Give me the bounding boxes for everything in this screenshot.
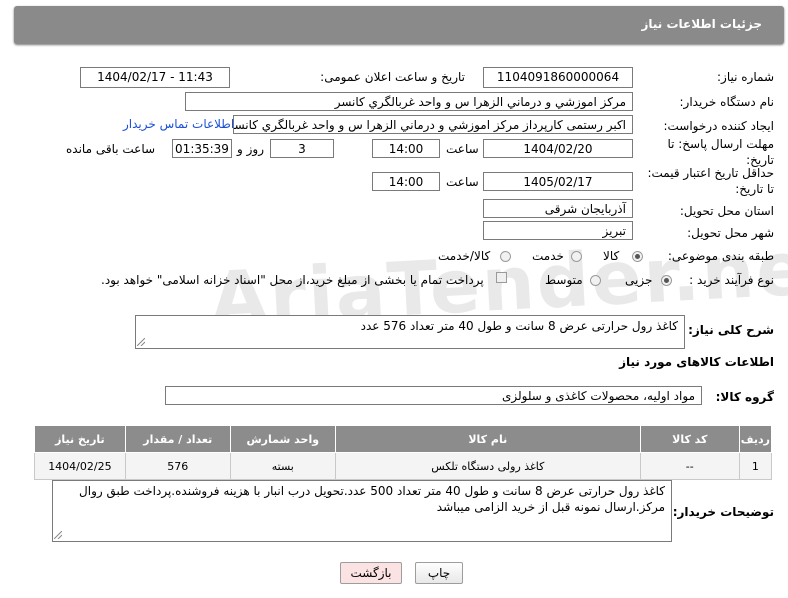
buyer-label: نام دستگاه خریدار: <box>679 95 775 109</box>
cell-unit: بسته <box>229 452 336 480</box>
deadline-time-field: 14:00 <box>372 139 440 158</box>
buyer-field: مرکز اموزشي و درماني الزهرا س و واحد غرب… <box>185 92 633 111</box>
description-textarea[interactable]: کاغذ رول حرارتی عرض 8 سانت و طول 40 متر … <box>135 315 685 349</box>
province-field: آذربایجان شرقی <box>483 199 633 218</box>
creator-field: اکبر رستمی کارپرداز مرکز اموزشي و درماني… <box>233 115 633 134</box>
category-service-radio[interactable] <box>571 251 582 262</box>
goods-info-title: اطلاعات کالاهای مورد نیاز <box>619 355 774 369</box>
description-label: شرح کلی نیاز: <box>688 323 774 337</box>
goods-group-field: مواد اولیه، محصولات کاغذی و سلولزی <box>165 386 702 405</box>
province-label: استان محل تحویل: <box>679 204 774 218</box>
deadline-time-label: ساعت <box>446 142 479 156</box>
announce-field: 1404/02/17 - 11:43 <box>80 67 230 88</box>
days-label: روز و <box>237 142 264 156</box>
goods-group-label: گروه کالا: <box>715 390 774 404</box>
days-field: 3 <box>270 139 334 158</box>
table-header-row: ردیف کد کالا نام کالا واحد شمارش تعداد /… <box>34 425 773 453</box>
resize-grip-icon[interactable] <box>137 338 145 346</box>
process-type-label: نوع فرآیند خرید : <box>689 273 774 287</box>
cell-goods-code: -- <box>639 452 740 480</box>
notes-resize-grip-icon[interactable] <box>54 531 62 539</box>
price-validity-label: حداقل تاریخ اعتبار قیمت: <box>647 166 774 180</box>
deadline-label: مهلت ارسال پاسخ: تا <box>667 137 774 151</box>
category-both-label: کالا/خدمت <box>438 249 491 263</box>
city-field: تبریز <box>483 221 633 240</box>
deadline-label-2: تاریخ: <box>746 153 774 167</box>
cell-goods-name: کاغذ رولی دستگاه تلکس <box>334 452 641 480</box>
need-number-label: شماره نیاز: <box>717 70 774 84</box>
category-label: طبقه بندی موضوعی: <box>667 249 774 263</box>
need-number-field: 1104091860000064 <box>483 67 633 88</box>
process-medium-label: متوسط <box>545 273 583 287</box>
col-need-date: تاریخ نیاز <box>34 425 126 453</box>
category-goods-radio[interactable] <box>632 251 643 262</box>
col-quantity: تعداد / مقدار <box>124 425 231 453</box>
creator-label: ایجاد کننده درخواست: <box>663 119 774 133</box>
category-both-radio[interactable] <box>500 251 511 262</box>
process-medium-radio[interactable] <box>590 275 601 286</box>
col-row-number: ردیف <box>738 425 773 453</box>
page-title: جزئیات اطلاعات نیاز <box>641 17 762 31</box>
cell-row-number: 1 <box>738 452 773 480</box>
deadline-date-field: 1404/02/20 <box>483 139 633 158</box>
price-date-field: 1405/02/17 <box>483 172 633 191</box>
buyer-notes-label: توضیحات خریدار: <box>672 505 774 519</box>
treasury-bonds-note: پرداخت تمام یا بخشی از مبلغ خرید،از محل … <box>101 273 484 287</box>
treasury-bonds-checkbox[interactable] <box>496 272 507 283</box>
price-time-label: ساعت <box>446 175 479 189</box>
city-label: شهر محل تحویل: <box>687 226 774 240</box>
buyer-contact-link[interactable]: اطلاعات تماس خریدار <box>123 117 234 131</box>
page-header: جزئیات اطلاعات نیاز <box>14 6 784 44</box>
process-minor-label: جزیی <box>625 273 653 287</box>
price-validity-label-2: تا تاریخ: <box>735 182 774 196</box>
col-unit: واحد شمارش <box>229 425 336 453</box>
col-goods-name: نام کالا <box>334 425 641 453</box>
remaining-time-field: 01:35:39 <box>172 139 232 158</box>
cell-quantity: 576 <box>124 452 231 480</box>
remaining-label: ساعت باقی مانده <box>66 142 156 156</box>
table-row: 1 -- کاغذ رولی دستگاه تلکس بسته 576 1404… <box>34 452 773 480</box>
col-goods-code: کد کالا <box>639 425 740 453</box>
price-time-field: 14:00 <box>372 172 440 191</box>
announce-label: تاریخ و ساعت اعلان عمومی: <box>320 70 465 84</box>
back-button[interactable]: بازگشت <box>340 562 402 584</box>
category-service-label: خدمت <box>532 249 564 263</box>
goods-table: ردیف کد کالا نام کالا واحد شمارش تعداد /… <box>34 425 773 480</box>
buyer-notes-textarea[interactable]: کاغذ رول حرارتی عرض 8 سانت و طول 40 متر … <box>52 480 672 542</box>
category-goods-label: کالا <box>603 249 620 263</box>
print-button[interactable]: چاپ <box>415 562 463 584</box>
cell-need-date: 1404/02/25 <box>34 452 126 480</box>
process-minor-radio[interactable] <box>661 275 672 286</box>
